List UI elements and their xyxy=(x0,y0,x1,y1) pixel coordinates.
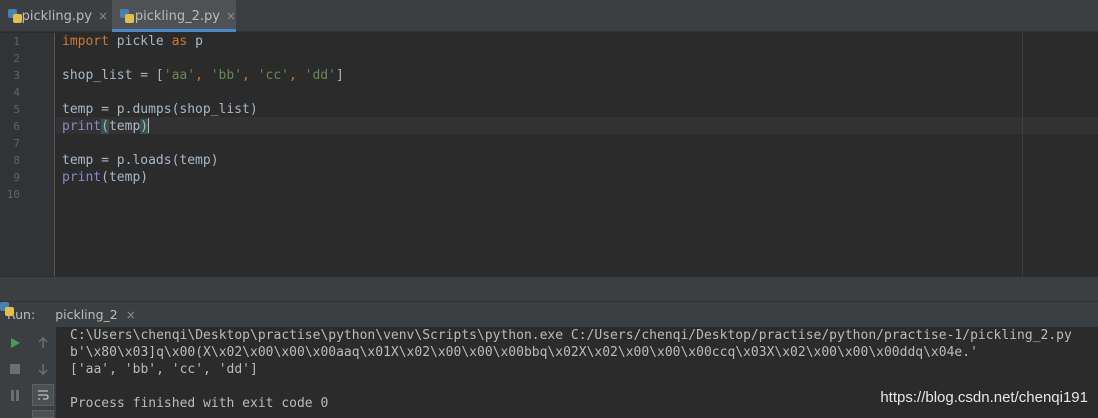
run-toolbar xyxy=(0,327,56,418)
builtin-function: print xyxy=(62,119,102,134)
keyword: import xyxy=(62,34,109,49)
code-text: p xyxy=(187,34,203,49)
python-file-icon xyxy=(8,9,22,23)
pause-icon[interactable] xyxy=(4,384,26,406)
run-tab-pickling-2[interactable]: pickling_2 × xyxy=(0,302,136,328)
comma: , xyxy=(242,68,258,83)
tab-label: pickling_2.py xyxy=(134,8,220,24)
close-icon[interactable]: × xyxy=(126,308,136,322)
string-literal: 'dd' xyxy=(304,68,336,83)
keyword: as xyxy=(171,34,188,49)
stop-icon[interactable] xyxy=(4,358,26,380)
line-number: 4 xyxy=(13,86,20,99)
console-line: C:\Users\chenqi\Desktop\practise\python\… xyxy=(70,328,1072,343)
line-number: 8 xyxy=(13,154,20,167)
line-number: 1 xyxy=(13,35,20,48)
console-line: ['aa', 'bb', 'cc', 'dd'] xyxy=(70,362,258,377)
editor-tab-bar: pickling.py × pickling_2.py × xyxy=(0,0,1098,32)
matched-bracket: ( xyxy=(101,119,109,134)
run-tab-label: pickling_2 xyxy=(55,307,118,322)
line-number: 5 xyxy=(13,103,20,116)
line-number: 7 xyxy=(13,137,20,150)
right-margin-guide xyxy=(1022,33,1023,276)
code-text: (temp) xyxy=(101,170,149,185)
code-editor[interactable]: 1 2 3 4 5 6 7 8 9 10 import pickle as p … xyxy=(0,33,1098,276)
run-icon[interactable] xyxy=(4,332,26,354)
close-icon[interactable]: × xyxy=(98,9,108,23)
console-line: Process finished with exit code 0 xyxy=(70,396,329,411)
code-text: temp xyxy=(108,119,141,134)
console-line: b'\x80\x03]q\x00(X\x02\x00\x00\x00aaq\x0… xyxy=(70,345,978,360)
tab-label: pickling.py xyxy=(21,8,92,24)
code-text: ] xyxy=(335,68,344,83)
close-icon[interactable]: × xyxy=(226,9,236,23)
code-line-3: shop_list = ['aa', 'bb', 'cc', 'dd'] xyxy=(62,67,344,84)
tab-pickling-py[interactable]: pickling.py × xyxy=(0,0,108,32)
line-number: 3 xyxy=(13,69,20,82)
code-line-6: print(temp) xyxy=(62,118,150,135)
line-number: 6 xyxy=(13,120,20,133)
run-tool-window-header: Run: pickling_2 × xyxy=(0,301,1098,327)
up-arrow-icon[interactable] xyxy=(32,332,54,354)
python-file-icon xyxy=(120,9,134,23)
code-line-5: temp = p.dumps(shop_list) xyxy=(62,102,258,117)
builtin-function: print xyxy=(62,170,102,185)
code-text: pickle xyxy=(108,34,172,49)
string-literal: 'bb' xyxy=(210,68,243,83)
comma: , xyxy=(289,68,305,83)
code-text: shop_list = [ xyxy=(62,68,164,83)
scroll-to-end-icon[interactable] xyxy=(32,410,54,418)
current-line-highlight xyxy=(56,117,1098,134)
watermark: https://blog.csdn.net/chenqi191 xyxy=(880,389,1088,406)
comma: , xyxy=(195,68,211,83)
code-line-1: import pickle as p xyxy=(62,33,203,50)
code-line-9: print(temp) xyxy=(62,169,148,186)
line-number: 2 xyxy=(13,52,20,65)
string-literal: 'cc' xyxy=(257,68,289,83)
line-number-gutter: 1 2 3 4 5 6 7 8 9 10 xyxy=(0,33,55,276)
down-arrow-icon[interactable] xyxy=(32,358,54,380)
tab-pickling-2-py[interactable]: pickling_2.py × xyxy=(112,0,236,32)
code-line-8: temp = p.loads(temp) xyxy=(62,153,219,168)
string-literal: 'aa' xyxy=(163,68,196,83)
soft-wrap-icon[interactable] xyxy=(32,384,54,406)
line-number: 10 xyxy=(6,188,20,201)
text-cursor xyxy=(148,118,150,133)
matched-bracket: ) xyxy=(140,119,149,134)
line-number: 9 xyxy=(13,171,20,184)
panel-divider[interactable] xyxy=(0,276,1098,301)
